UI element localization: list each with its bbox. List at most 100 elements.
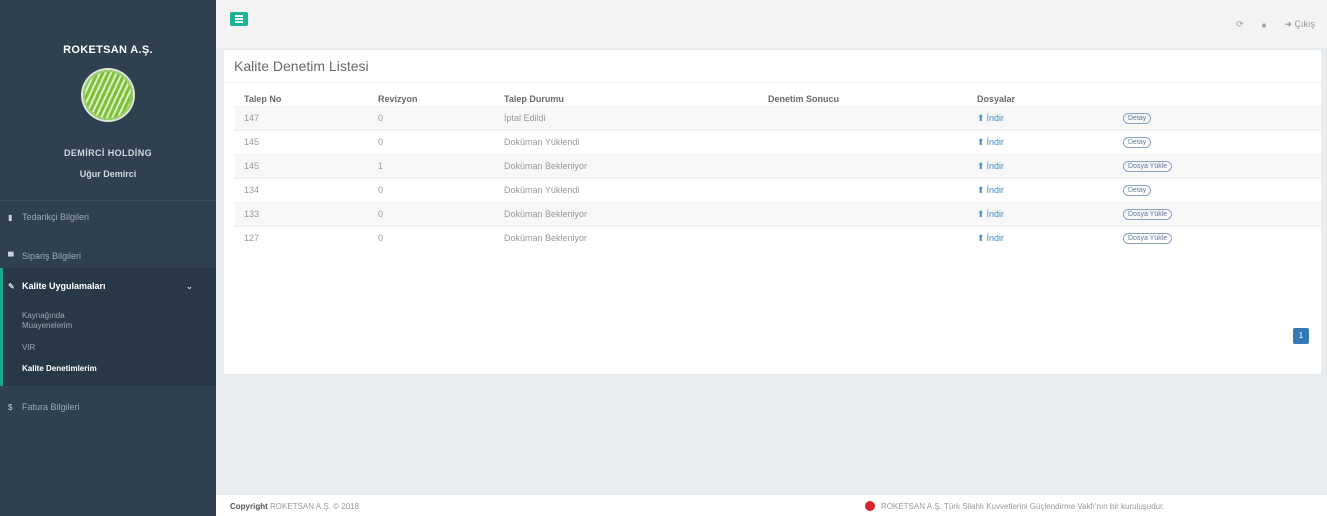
download-icon: ⬆	[977, 208, 985, 219]
organization-name: DEMİRCİ HOLDİNG	[64, 148, 152, 158]
cell-action: Dosya Yükle	[1113, 153, 1321, 178]
cell-dosya: ⬆ İndir	[967, 129, 1113, 154]
sidebar-item-fatura[interactable]: $ Fatura Bilgileri	[8, 402, 80, 412]
header-dosyalar[interactable]: Dosyalar	[967, 92, 1113, 106]
cell-talep-no: 145	[234, 129, 368, 154]
cell-talep-no: 134	[234, 177, 368, 202]
cell-revizyon: 0	[368, 105, 494, 130]
logout-link[interactable]: ➜ Çıkış	[1284, 19, 1315, 30]
copyright: Copyright ROKETSAN A.Ş. © 2018	[230, 502, 359, 511]
download-link[interactable]: ⬆ İndir	[977, 185, 1004, 196]
download-icon: ⬆	[977, 160, 985, 171]
cell-sonuc	[758, 153, 967, 178]
cell-revizyon: 0	[368, 201, 494, 226]
content-panel: Kalite Denetim Listesi Talep No Revizyon…	[224, 50, 1321, 374]
bell-icon[interactable]: ♠	[1262, 20, 1267, 30]
cell-durum: Doküman Bekleniyor	[494, 153, 758, 178]
download-link[interactable]: ⬆ İndir	[977, 137, 1004, 148]
cell-talep-no: 127	[234, 225, 368, 250]
cart-icon: ▀	[8, 251, 14, 261]
footer-info: ROKETSAN A.Ş. Türk Silahlı Kuvvetlerini …	[881, 502, 1165, 511]
user-name[interactable]: Uğur Demirci	[0, 169, 216, 179]
company-logo	[83, 70, 133, 120]
cell-sonuc	[758, 201, 967, 226]
refresh-icon[interactable]: ⟳	[1236, 19, 1244, 30]
cell-durum: İptal Edildi	[494, 105, 758, 130]
bar-chart-icon: ▮	[8, 212, 13, 222]
copyright-label: Copyright	[230, 502, 268, 511]
sidebar-item-label: Fatura Bilgileri	[22, 402, 80, 412]
nav-divider	[0, 200, 216, 201]
cell-talep-no: 145	[234, 153, 368, 178]
upload-button[interactable]: Dosya Yükle	[1123, 161, 1173, 172]
download-icon: ⬆	[977, 184, 985, 195]
download-label: İndir	[986, 233, 1005, 244]
download-link[interactable]: ⬆ İndir	[977, 209, 1004, 220]
cell-dosya: ⬆ İndir	[967, 225, 1113, 250]
table-row: 133 0 Doküman Bekleniyor ⬆ İndir Dosya Yü…	[234, 201, 1321, 226]
download-link[interactable]: ⬆ İndir	[977, 161, 1004, 172]
cell-dosya: ⬆ İndir	[967, 105, 1113, 130]
sidebar-item-tedarikci[interactable]: ▮ Tedarikçi Bilgileri	[8, 212, 89, 222]
cell-revizyon: 0	[368, 225, 494, 250]
copyright-text: ROKETSAN A.Ş. © 2018	[270, 502, 360, 511]
cell-action: Detay	[1113, 177, 1321, 202]
cell-sonuc	[758, 177, 967, 202]
sidebar-sub-kalite-denetimlerim[interactable]: Kalite Denetimlerim	[22, 364, 97, 374]
header-revizyon[interactable]: Revizyon	[368, 92, 494, 106]
cell-durum: Doküman Bekleniyor	[494, 225, 758, 250]
title-divider	[224, 82, 1321, 83]
upload-button[interactable]: Dosya Yükle	[1123, 233, 1173, 245]
sidebar-item-siparis[interactable]: ▀ Sipariş Bilgileri	[8, 251, 81, 261]
logout-icon: ➜	[1284, 19, 1292, 29]
download-link[interactable]: ⬆ İndir	[977, 113, 1004, 124]
header-talep-no[interactable]: Talep No	[234, 92, 368, 106]
cell-action: Detay	[1113, 105, 1321, 130]
cell-dosya: ⬆ İndir	[967, 201, 1113, 226]
cell-durum: Doküman Yüklendi	[494, 177, 758, 202]
logout-label: Çıkış	[1294, 19, 1315, 29]
sidebar-item-label: Tedarikçi Bilgileri	[22, 212, 90, 222]
header-denetim-sonucu[interactable]: Denetim Sonucu	[758, 92, 967, 106]
cell-sonuc	[758, 129, 967, 154]
header-talep-durumu[interactable]: Talep Durumu	[494, 92, 758, 106]
download-link[interactable]: ⬆ İndir	[977, 233, 1004, 244]
download-icon: ⬆	[977, 112, 985, 123]
cell-action: Dosya Yükle	[1113, 225, 1321, 250]
cell-sonuc	[758, 105, 967, 130]
sidebar-sub-vir[interactable]: VIR	[22, 343, 35, 353]
menu-toggle-button[interactable]	[230, 12, 248, 26]
top-navbar: ⟳ ♠ ➜ Çıkış	[216, 0, 1327, 48]
table-row: 134 0 Doküman Yüklendi ⬆ İndir Detay	[234, 177, 1321, 202]
table-header-row: Talep No Revizyon Talep Durumu Denetim S…	[234, 92, 1321, 106]
cell-revizyon: 0	[368, 177, 494, 202]
download-label: İndir	[986, 209, 1005, 219]
download-icon: ⬆	[977, 136, 985, 147]
cell-durum: Doküman Yüklendi	[494, 129, 758, 154]
cell-durum: Doküman Bekleniyor	[494, 201, 758, 226]
detail-button[interactable]: Detay	[1123, 113, 1152, 124]
cell-talep-no: 147	[234, 105, 368, 130]
detail-button[interactable]: Detay	[1123, 185, 1152, 196]
footer: Copyright ROKETSAN A.Ş. © 2018 ROKETSAN …	[216, 494, 1327, 516]
sidebar-item-kalite[interactable]: ✎ Kalite Uygulamaları ⌄	[8, 281, 193, 291]
download-label: İndir	[986, 137, 1005, 147]
download-label: İndir	[986, 113, 1005, 123]
table-row: 145 1 Doküman Bekleniyor ⬆ İndir Dosya Yü…	[234, 153, 1321, 178]
cell-revizyon: 0	[368, 129, 494, 154]
audit-table: Talep No Revizyon Talep Durumu Denetim S…	[234, 92, 1321, 250]
header-actions	[1113, 92, 1321, 106]
sidebar-sub-kaynaginda[interactable]: Kaynağında Muayenelerim	[22, 311, 102, 331]
cell-dosya: ⬆ İndir	[967, 177, 1113, 202]
detail-button[interactable]: Detay	[1123, 137, 1152, 148]
sidebar: ROKETSAN A.Ş. DEMİRCİ HOLDİNG Uğur Demir…	[0, 0, 216, 516]
cell-revizyon: 1	[368, 153, 494, 178]
upload-button[interactable]: Dosya Yükle	[1123, 209, 1173, 220]
company-name: ROKETSAN A.Ş.	[63, 44, 153, 56]
sidebar-item-label: Kalite Uygulamaları	[22, 281, 106, 291]
download-label: İndir	[986, 161, 1005, 171]
pagination-page-button[interactable]: 1	[1293, 328, 1309, 344]
page-title: Kalite Denetim Listesi	[234, 58, 369, 74]
sidebar-item-label: Sipariş Bilgileri	[22, 251, 82, 261]
cell-action: Dosya Yükle	[1113, 201, 1321, 226]
